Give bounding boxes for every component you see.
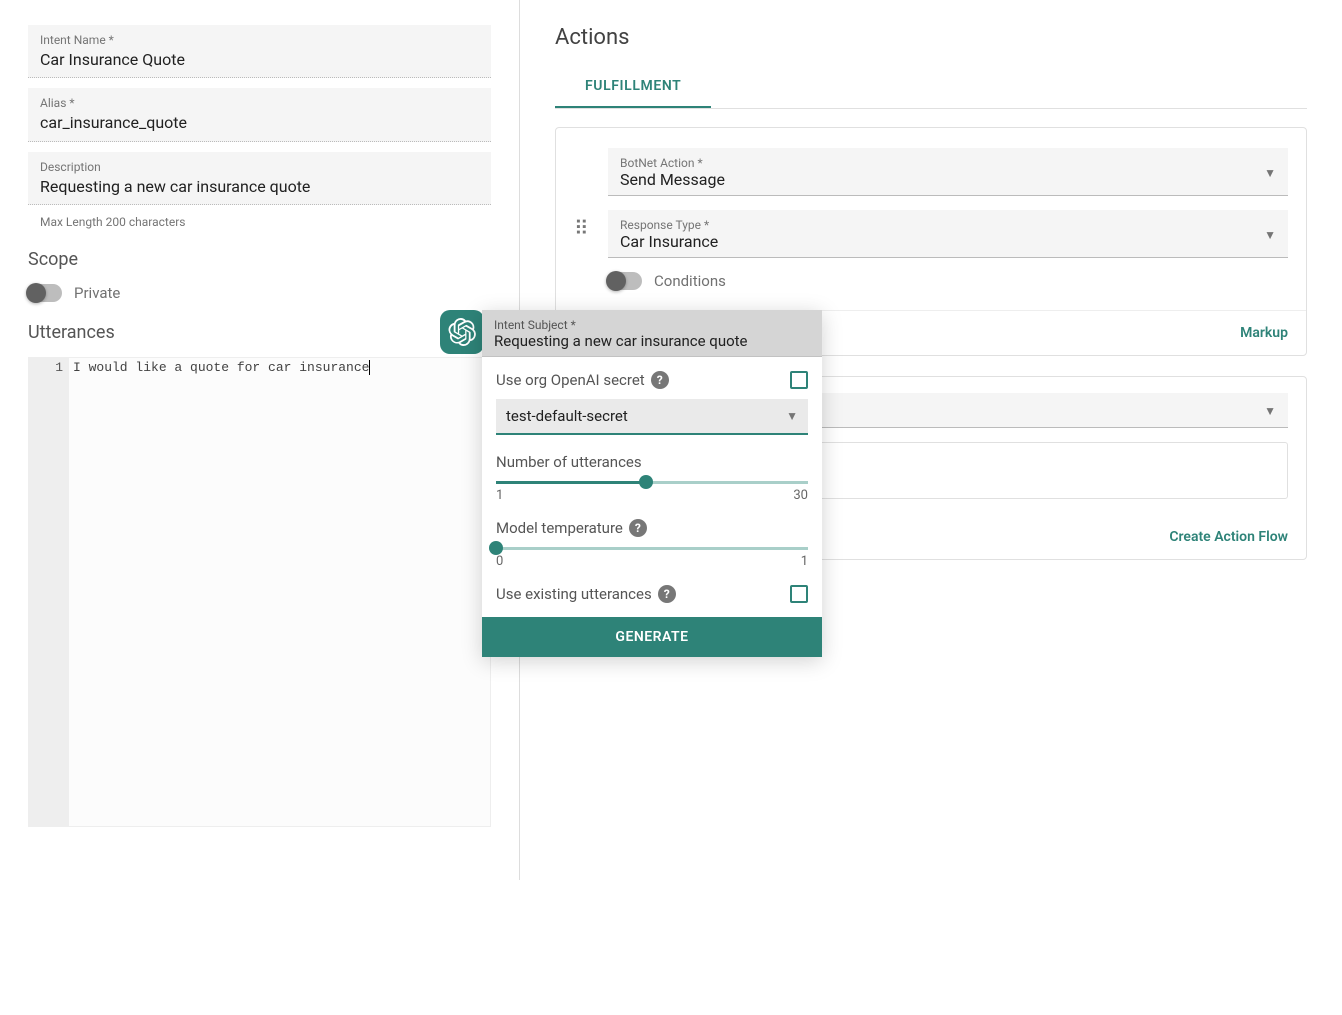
line-number: 1 (35, 360, 63, 375)
drag-handle-icon[interactable]: ⠿ (574, 148, 594, 238)
use-existing-label: Use existing utterances (496, 585, 652, 603)
intent-name-label: Intent Name * (40, 33, 479, 47)
scope-title: Scope (28, 249, 491, 270)
temp-max: 1 (801, 554, 808, 569)
response-type-value: Car Insurance (620, 232, 1264, 251)
secret-select[interactable]: test-default-secret ▼ (496, 399, 808, 435)
description-value: Requesting a new car insurance quote (40, 176, 479, 198)
slider-thumb[interactable] (489, 541, 503, 555)
caret-down-icon: ▼ (786, 409, 798, 423)
actions-heading: Actions (555, 25, 1307, 50)
botnet-action-value: Send Message (620, 170, 1264, 189)
create-action-flow-button[interactable]: Create Action Flow (1169, 529, 1288, 545)
intent-name-value: Car Insurance Quote (40, 49, 479, 71)
utterances-title: Utterances (28, 322, 491, 343)
intent-subject-field[interactable]: Intent Subject * Requesting a new car in… (482, 310, 822, 357)
help-icon[interactable]: ? (658, 585, 676, 603)
slider-thumb[interactable] (639, 475, 653, 489)
num-utterances-label: Number of utterances (496, 453, 808, 471)
help-icon[interactable]: ? (629, 519, 647, 537)
temperature-slider[interactable] (496, 547, 808, 550)
tab-fulfillment[interactable]: FULFILLMENT (555, 66, 711, 108)
alias-value: car_insurance_quote (40, 112, 479, 134)
temp-min: 0 (496, 554, 503, 569)
caret-down-icon: ▼ (1264, 228, 1276, 242)
description-label: Description (40, 160, 479, 174)
tabs: FULFILLMENT (555, 66, 1307, 109)
botnet-action-select[interactable]: BotNet Action * Send Message ▼ (608, 148, 1288, 196)
editor-body[interactable]: I would like a quote for car insurance​ (69, 358, 490, 826)
intent-subject-label: Intent Subject * (494, 318, 810, 332)
alias-label: Alias * (40, 96, 479, 110)
alias-field[interactable]: Alias * car_insurance_quote (28, 88, 491, 141)
use-org-secret-label: Use org OpenAI secret (496, 371, 645, 389)
num-utt-min: 1 (496, 488, 503, 503)
openai-icon[interactable] (440, 310, 484, 354)
markup-button[interactable]: Markup (1240, 325, 1288, 341)
conditions-toggle[interactable] (608, 272, 642, 290)
editor-gutter: 1 (29, 358, 69, 826)
num-utterances-slider[interactable] (496, 481, 808, 484)
intent-name-field[interactable]: Intent Name * Car Insurance Quote (28, 25, 491, 78)
response-type-select[interactable]: Response Type * Car Insurance ▼ (608, 210, 1288, 258)
description-field[interactable]: Description Requesting a new car insuran… (28, 152, 491, 205)
caret-down-icon: ▼ (1264, 166, 1276, 180)
generate-button[interactable]: GENERATE (482, 617, 822, 657)
caret-down-icon: ▼ (1264, 404, 1276, 418)
description-helper: Max Length 200 characters (28, 215, 491, 229)
private-label: Private (74, 284, 120, 302)
private-toggle[interactable] (28, 284, 62, 302)
generate-popup: Intent Subject * Requesting a new car in… (482, 310, 822, 657)
secret-value: test-default-secret (506, 407, 628, 425)
intent-subject-value: Requesting a new car insurance quote (494, 332, 810, 350)
conditions-label: Conditions (654, 272, 726, 290)
response-type-label: Response Type * (620, 218, 1264, 232)
utterance-line: I would like a quote for car insurance (73, 360, 369, 375)
use-existing-checkbox[interactable] (790, 585, 808, 603)
utterances-editor[interactable]: 1 I would like a quote for car insurance… (28, 357, 491, 827)
use-org-secret-checkbox[interactable] (790, 371, 808, 389)
help-icon[interactable]: ? (651, 371, 669, 389)
num-utt-max: 30 (793, 488, 808, 503)
botnet-action-label: BotNet Action * (620, 156, 1264, 170)
temperature-label: Model temperature (496, 519, 623, 537)
